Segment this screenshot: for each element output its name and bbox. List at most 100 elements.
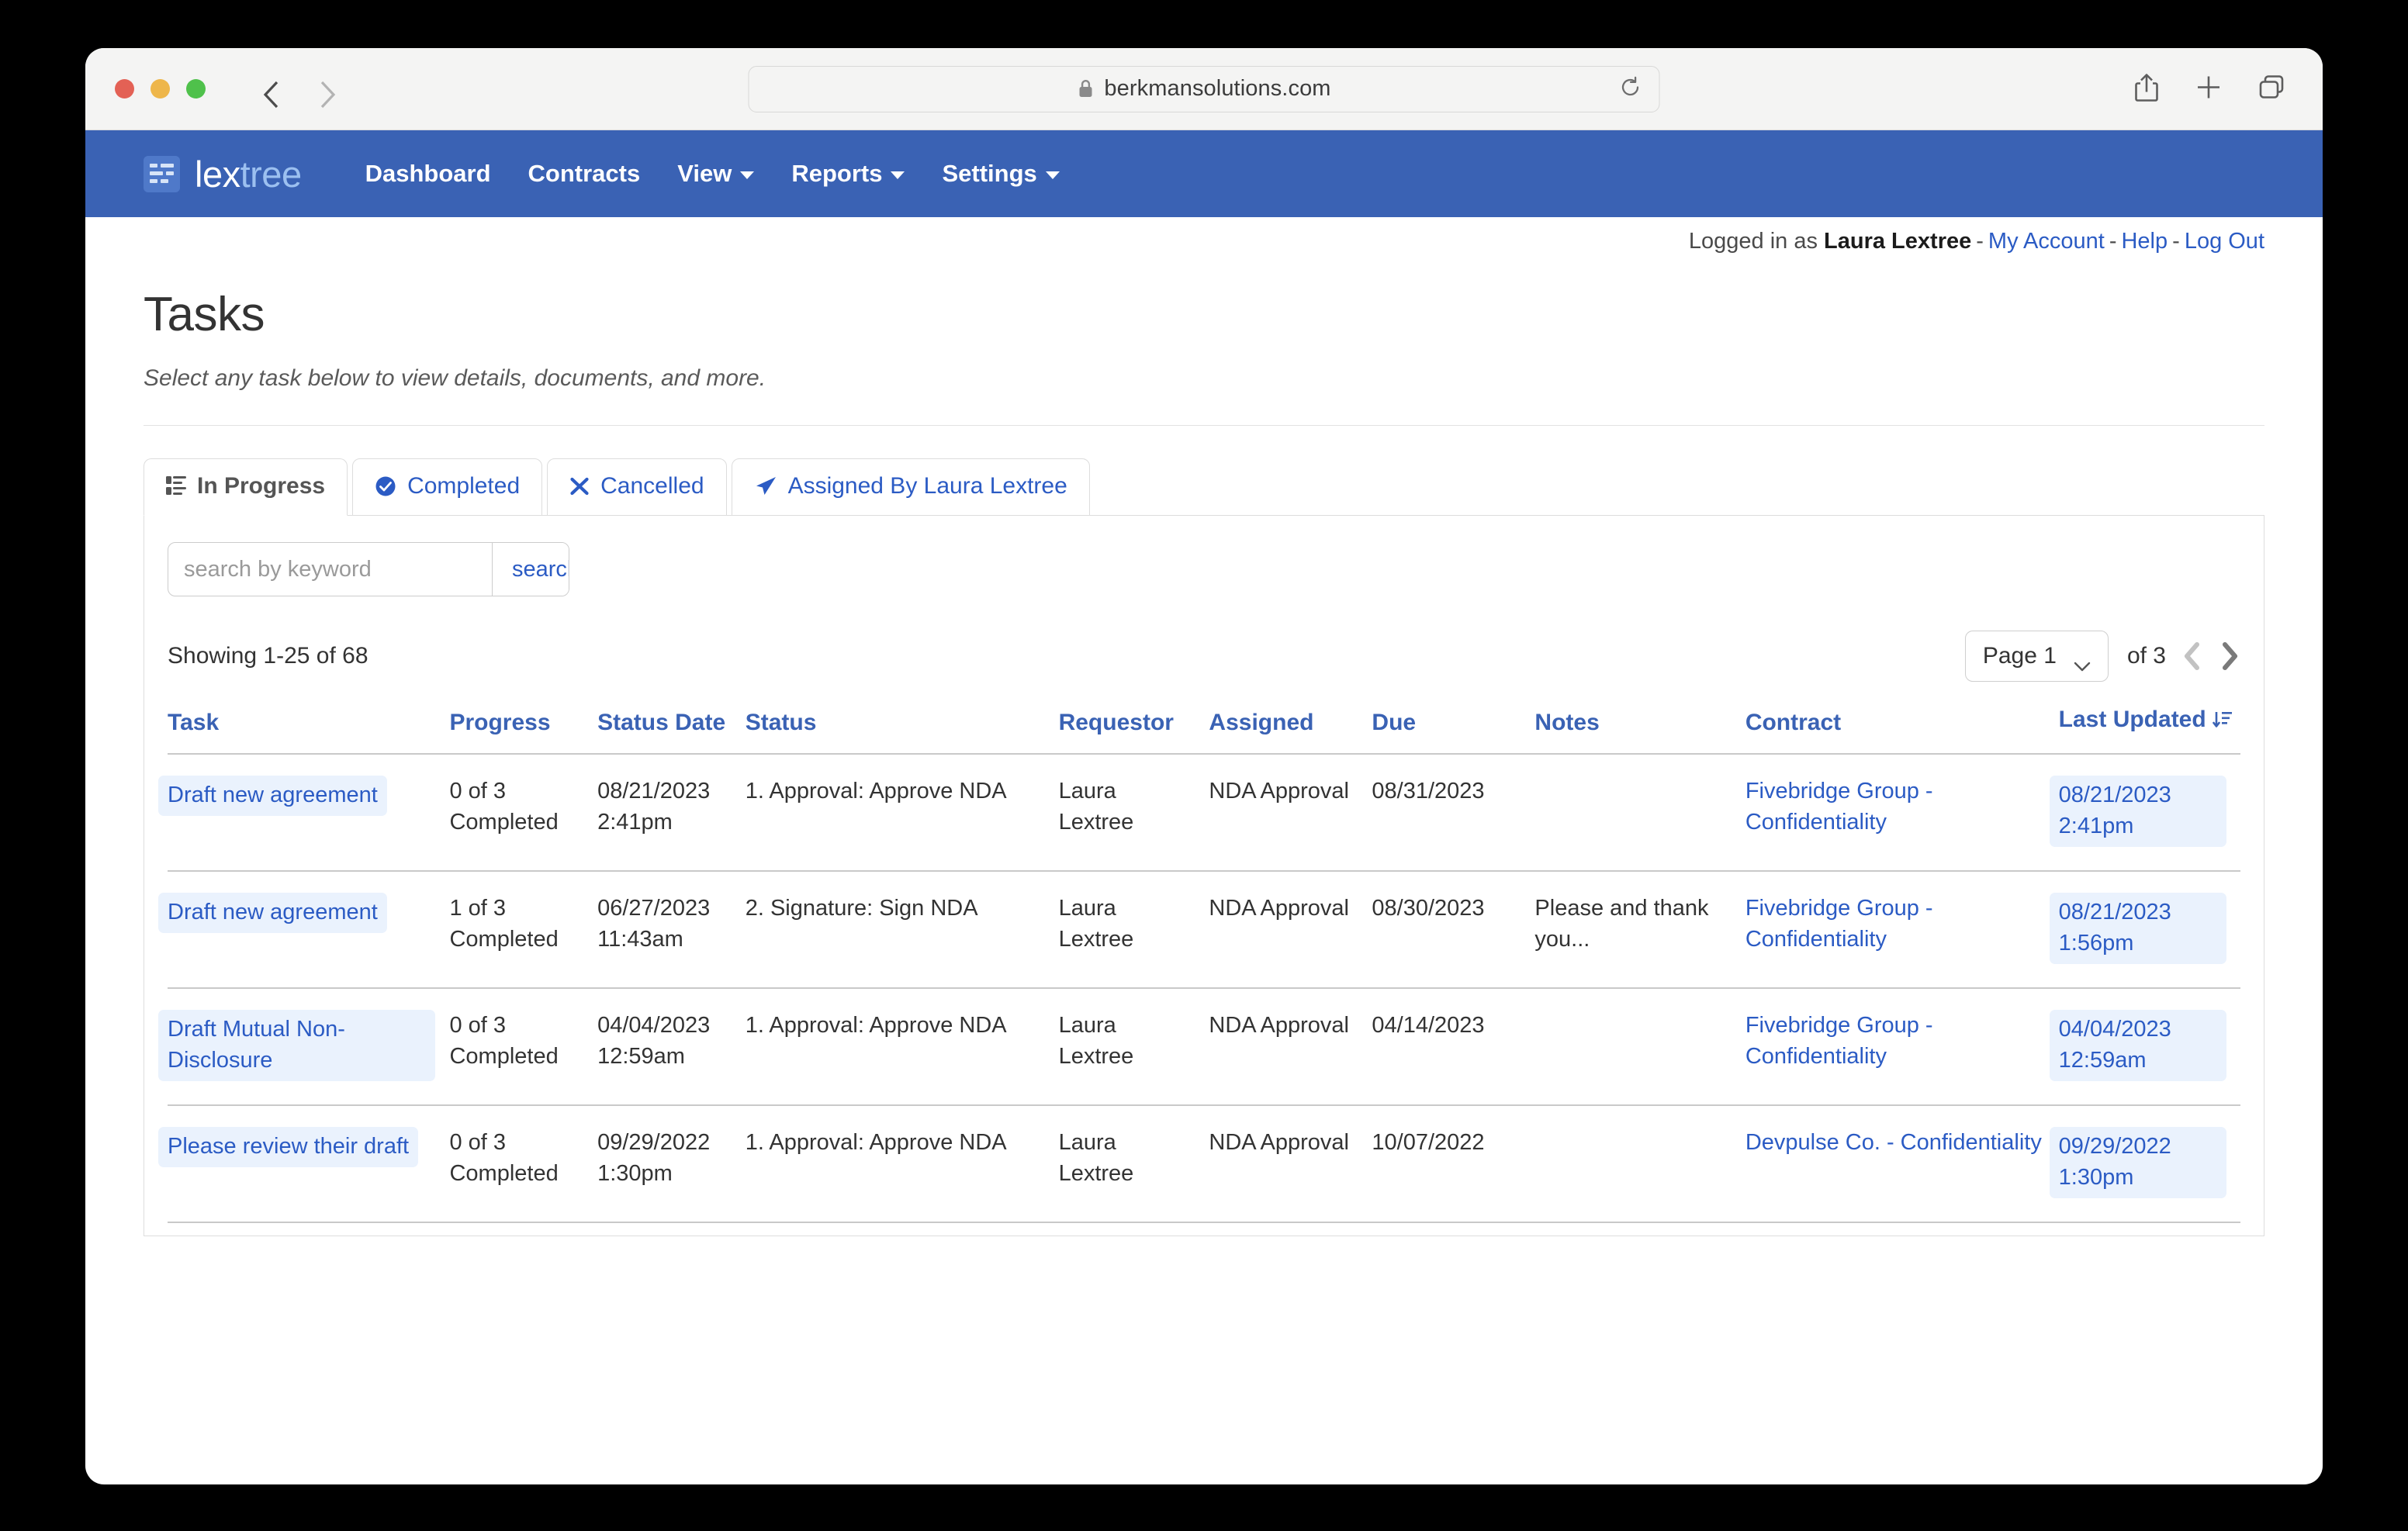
cell-task[interactable]: Draft NDA: [168, 1222, 449, 1236]
back-chevron-icon[interactable]: [261, 79, 282, 108]
col-header-progress[interactable]: Progress: [449, 707, 597, 754]
cell-task-link[interactable]: Draft new agreement: [158, 893, 387, 934]
cell-contract[interactable]: Devpulse Co. - Confidentiality: [1745, 1222, 2059, 1236]
plus-icon[interactable]: [2195, 74, 2222, 104]
search-input[interactable]: [168, 543, 492, 596]
table-row[interactable]: Please review their draft 0 of 3 Complete…: [158, 1105, 2240, 1223]
col-header-task[interactable]: Task: [168, 707, 449, 754]
next-page-button[interactable]: [2219, 641, 2240, 672]
cell-contract-link[interactable]: Fivebridge Group - Confidentiality: [1745, 1013, 1933, 1069]
cell-notes: Please and thank you...: [1534, 896, 1709, 952]
nav-item-dashboard-label: Dashboard: [365, 160, 491, 187]
cell-assigned: NDA Approval: [1209, 1130, 1349, 1156]
url-text: berkmansolutions.com: [1104, 76, 1331, 101]
logged-in-username: Laura Lextree: [1824, 228, 1972, 254]
cell-contract-link[interactable]: Fivebridge Group - Confidentiality: [1745, 896, 1933, 952]
cell-task-link[interactable]: Please review their draft: [158, 1127, 419, 1168]
address-bar[interactable]: berkmansolutions.com: [748, 65, 1660, 112]
col-header-due[interactable]: Due: [1372, 707, 1534, 754]
cell-status: 1. Approval: Approve NDA: [745, 1013, 1007, 1039]
tab-cancelled[interactable]: Cancelled: [547, 458, 727, 516]
page-select[interactable]: Page 1: [1964, 631, 2109, 682]
cell-contract-link[interactable]: Devpulse Co. - Confidentiality: [1745, 1130, 2042, 1155]
browser-navigation-buttons: [261, 79, 337, 108]
close-window-button[interactable]: [115, 79, 134, 98]
forward-chevron-icon[interactable]: [317, 79, 337, 108]
reload-icon[interactable]: [1619, 75, 1642, 102]
lextree-logomark-icon: [144, 155, 180, 192]
cell-status-date: 06/27/2023 11:43am: [597, 896, 711, 952]
cell-notes: [1534, 754, 1745, 871]
col-header-status[interactable]: Status: [746, 707, 1059, 754]
lextree-logo[interactable]: lextree: [144, 153, 302, 195]
cell-last-updated[interactable]: 08/21/2023 1:56pm: [2049, 871, 2240, 988]
cell-contract[interactable]: Devpulse Co. - Confidentiality: [1745, 1105, 2059, 1222]
col-header-requestor[interactable]: Requestor: [1059, 707, 1209, 754]
nav-item-reports[interactable]: Reports: [791, 160, 905, 188]
pagination-controls: Page 1 of 3: [1964, 631, 2240, 682]
check-circle-icon: [375, 475, 396, 497]
cell-task[interactable]: Please review their draft: [158, 1105, 449, 1222]
nav-item-contracts[interactable]: Contracts: [528, 160, 641, 188]
col-header-status-date[interactable]: Status Date: [597, 707, 746, 754]
chevron-down-icon: [740, 171, 755, 179]
cell-contract-link[interactable]: Fivebridge Group - Confidentiality: [1745, 779, 1933, 835]
cell-assigned: NDA Approval: [1209, 1013, 1349, 1039]
cell-last-updated-link[interactable]: 09/29/2022 1:30pm: [2049, 1127, 2226, 1199]
help-link[interactable]: Help: [2121, 229, 2168, 254]
cell-last-updated[interactable]: 09/29/2022 1:30pm: [2049, 1105, 2240, 1222]
tab-assigned-by-laura-lextree[interactable]: Assigned By Laura Lextree: [731, 458, 1090, 516]
cell-status: 1. Approval: Approve NDA: [745, 779, 1007, 804]
cell-task[interactable]: Draft new agreement: [158, 754, 449, 871]
cell-task-link[interactable]: Draft Mutual Non-Disclosure: [158, 1010, 436, 1082]
tabs-overview-icon[interactable]: [2258, 73, 2287, 105]
cell-last-updated[interactable]: 08/21/2023 2:41pm: [2049, 754, 2240, 871]
nav-item-dashboard[interactable]: Dashboard: [365, 160, 491, 188]
cell-progress: 1 of 3 Completed: [449, 896, 559, 952]
tab-completed[interactable]: Completed: [352, 458, 543, 516]
maximize-window-button[interactable]: [186, 79, 206, 98]
paper-plane-icon: [754, 475, 777, 497]
cell-contract[interactable]: Fivebridge Group - Confidentiality: [1745, 754, 2059, 871]
cell-requestor: Laura Lextree: [1059, 1222, 1209, 1236]
cell-task-link[interactable]: Draft new agreement: [158, 776, 387, 817]
table-row[interactable]: Draft new agreement 1 of 3 Completed 06/27…: [158, 871, 2240, 989]
col-header-last-updated[interactable]: Last Updated: [2059, 707, 2240, 754]
col-header-assigned[interactable]: Assigned: [1209, 707, 1372, 754]
cell-last-updated-link[interactable]: 08/21/2023 2:41pm: [2049, 776, 2226, 848]
page-content: Tasks Select any task below to view deta…: [85, 287, 2323, 1236]
table-row[interactable]: Draft Mutual Non-Disclosure 0 of 3 Comple…: [158, 988, 2240, 1106]
search-button[interactable]: search: [492, 543, 569, 596]
prev-page-button[interactable]: [2181, 641, 2203, 672]
cell-task[interactable]: Draft new agreement: [158, 871, 449, 988]
table-row[interactable]: Draft NDA0 of 3 Completed08/17/2022 10:4…: [168, 1222, 2240, 1236]
cell-due: 04/14/2023: [1372, 1013, 1485, 1039]
cell-last-updated[interactable]: 04/04/2023 12:59am: [2049, 988, 2240, 1105]
chevron-down-icon: [1045, 171, 1060, 179]
nav-item-view[interactable]: View: [677, 160, 755, 188]
cell-task[interactable]: Draft Mutual Non-Disclosure: [158, 988, 449, 1105]
cell-contract[interactable]: Fivebridge Group - Confidentiality: [1745, 988, 2059, 1105]
table-row[interactable]: Draft new agreement 0 of 3 Completed 08/21…: [158, 754, 2240, 872]
showing-count: Showing 1-25 of 68: [168, 643, 368, 669]
log-out-link[interactable]: Log Out: [2185, 229, 2264, 254]
col-header-notes[interactable]: Notes: [1534, 707, 1745, 754]
cell-progress: 0 of 3 Completed: [449, 1130, 559, 1187]
share-icon[interactable]: [2133, 71, 2160, 106]
nav-item-settings[interactable]: Settings: [942, 160, 1060, 188]
my-account-link[interactable]: My Account: [1988, 229, 2105, 254]
page-subtitle: Select any task below to view details, d…: [144, 365, 766, 391]
cell-last-updated-link[interactable]: 04/04/2023 12:59am: [2049, 1010, 2226, 1082]
app-navigation-bar: lextree Dashboard Contracts View Reports…: [85, 130, 2323, 217]
nav-links: Dashboard Contracts View Reports Setting…: [365, 160, 1060, 188]
col-header-contract[interactable]: Contract: [1745, 707, 2059, 754]
separator-3: -: [2172, 228, 2180, 254]
cell-contract[interactable]: Fivebridge Group - Confidentiality: [1745, 871, 2059, 988]
tab-in-progress[interactable]: In Progress: [144, 458, 348, 516]
minimize-window-button[interactable]: [150, 79, 170, 98]
cell-assigned: NDA Approval: [1209, 779, 1349, 804]
sort-descending-icon[interactable]: [2212, 710, 2233, 736]
cell-last-updated[interactable]: 08/17/2022 10:45am: [2059, 1222, 2240, 1236]
page-title: Tasks: [144, 288, 265, 341]
cell-last-updated-link[interactable]: 08/21/2023 1:56pm: [2049, 893, 2226, 965]
